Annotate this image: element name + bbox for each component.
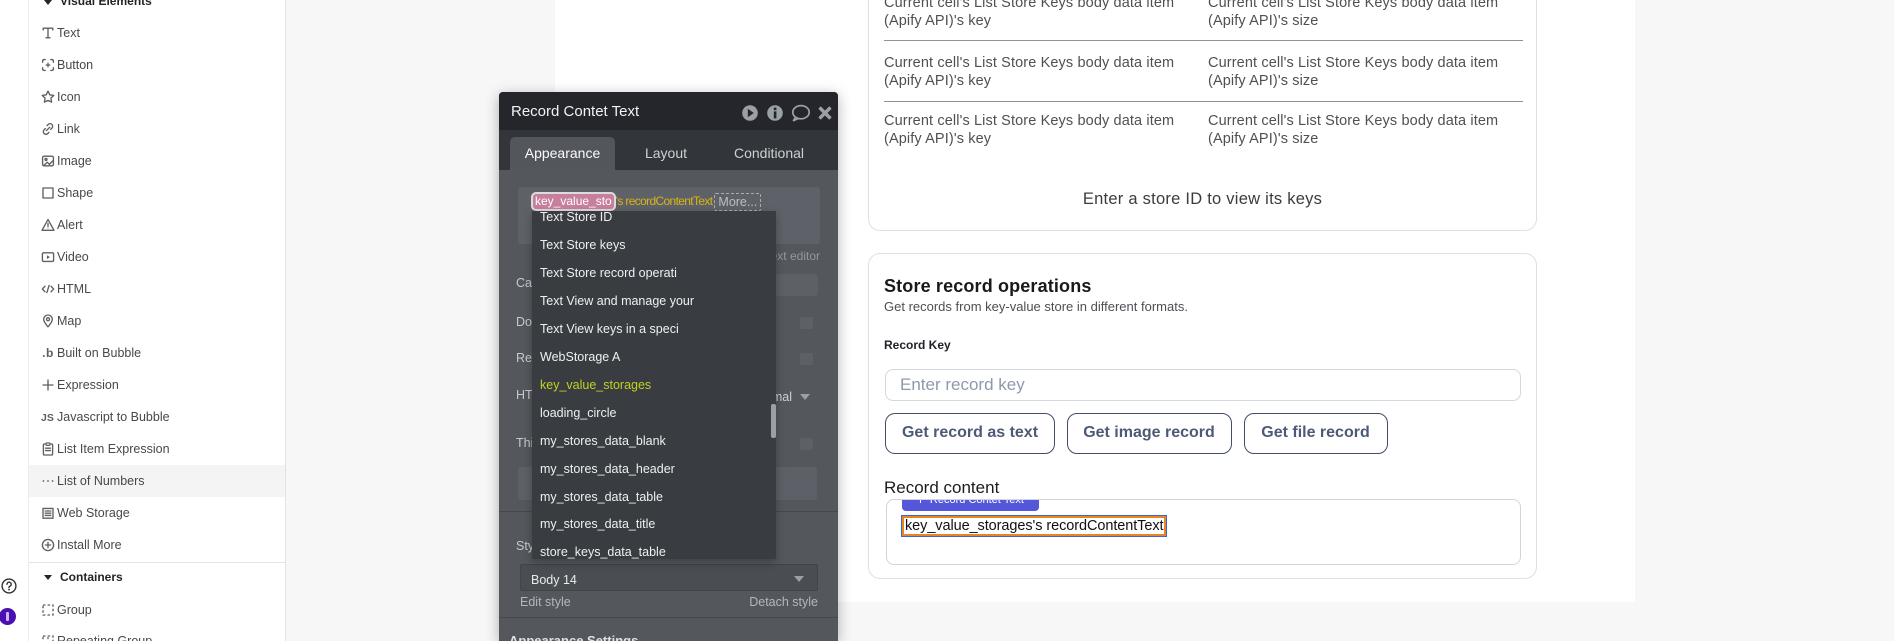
svg-text:b: b (46, 346, 53, 360)
svg-text:JS: JS (41, 412, 54, 424)
